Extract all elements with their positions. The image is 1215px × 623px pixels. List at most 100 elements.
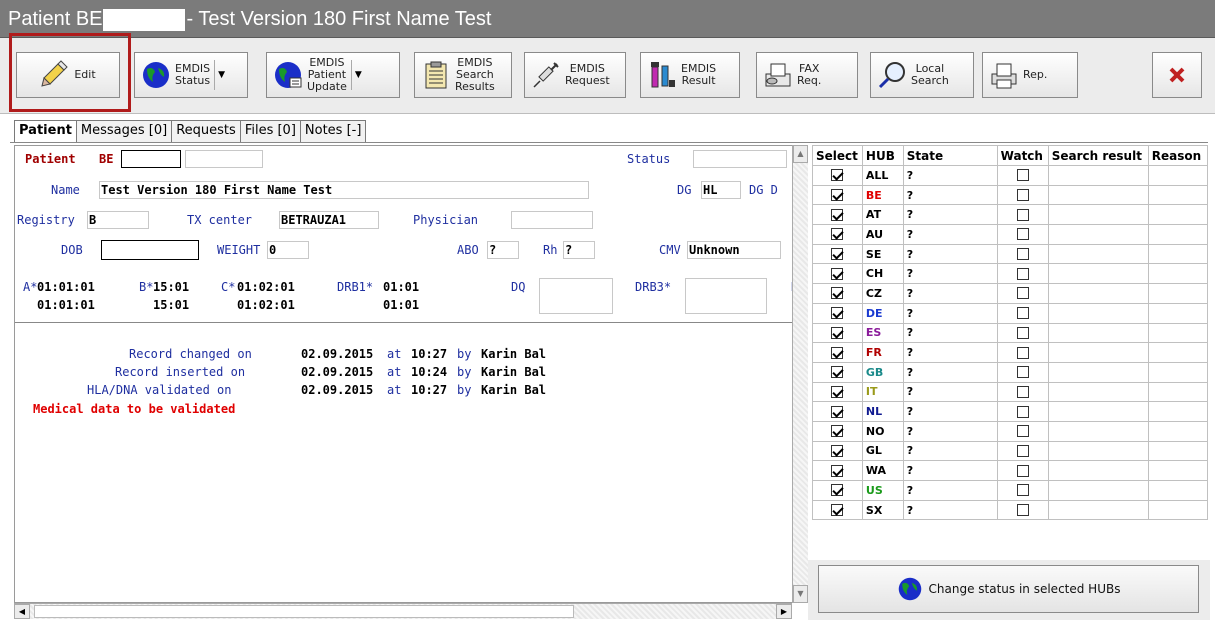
hub-row[interactable]: GB?	[812, 361, 1209, 383]
hub-row[interactable]: ALL?	[812, 165, 1209, 186]
checkbox-empty-icon[interactable]	[1016, 464, 1029, 477]
checkbox-checked-icon[interactable]	[831, 307, 844, 320]
checkbox-checked-icon[interactable]	[831, 346, 844, 359]
local-search-button[interactable]: Local Search	[870, 52, 974, 98]
rh-field[interactable]	[563, 241, 595, 259]
checkbox-checked-icon[interactable]	[831, 366, 844, 379]
select-checkbox-cell[interactable]	[812, 283, 863, 304]
checkbox-checked-icon[interactable]	[831, 169, 844, 182]
watch-checkbox-cell[interactable]	[996, 283, 1049, 304]
watch-checkbox-cell[interactable]	[996, 420, 1049, 442]
watch-checkbox-cell[interactable]	[996, 263, 1049, 285]
status-field[interactable]	[693, 150, 787, 168]
select-checkbox-cell[interactable]	[812, 460, 863, 481]
weight-field[interactable]	[267, 241, 309, 259]
emdis-patient-update-button[interactable]: EMDIS Patient Update ▼	[266, 52, 400, 98]
select-checkbox-cell[interactable]	[812, 381, 863, 403]
checkbox-empty-icon[interactable]	[1016, 366, 1029, 379]
vertical-scrollbar[interactable]: ▲ ▼	[792, 145, 808, 603]
hub-row[interactable]: BE?	[812, 184, 1209, 206]
hub-row[interactable]: AU?	[812, 224, 1209, 245]
emdis-status-button[interactable]: EMDIS Status ▼	[134, 52, 248, 98]
checkbox-checked-icon[interactable]	[831, 405, 844, 418]
tab-messages[interactable]: Messages [0]	[75, 120, 173, 142]
scroll-thumb[interactable]	[34, 605, 574, 618]
select-checkbox-cell[interactable]	[812, 440, 863, 462]
checkbox-empty-icon[interactable]	[1016, 405, 1029, 418]
checkbox-empty-icon[interactable]	[1016, 504, 1029, 517]
close-button[interactable]	[1152, 52, 1202, 98]
select-checkbox-cell[interactable]	[812, 322, 863, 344]
hub-row[interactable]: NO?	[812, 420, 1209, 442]
hub-row[interactable]: CZ?	[812, 283, 1209, 304]
tab-files[interactable]: Files [0]	[239, 120, 301, 142]
watch-checkbox-cell[interactable]	[996, 499, 1049, 521]
checkbox-empty-icon[interactable]	[1016, 326, 1029, 339]
watch-checkbox-cell[interactable]	[996, 243, 1049, 265]
checkbox-checked-icon[interactable]	[831, 189, 844, 202]
col-hub[interactable]: HUB	[861, 145, 904, 166]
tx-center-field[interactable]	[279, 211, 379, 229]
watch-checkbox-cell[interactable]	[996, 460, 1049, 481]
registry-field[interactable]	[87, 211, 149, 229]
hla-drb3-field[interactable]	[685, 278, 767, 314]
checkbox-empty-icon[interactable]	[1016, 248, 1029, 261]
patient-id-extra-field[interactable]	[185, 150, 263, 168]
checkbox-empty-icon[interactable]	[1016, 287, 1029, 300]
hub-row[interactable]: DE?	[812, 302, 1209, 324]
rep-button[interactable]: Rep.	[982, 52, 1078, 98]
hub-row[interactable]: ES?	[812, 322, 1209, 344]
checkbox-empty-icon[interactable]	[1016, 169, 1029, 182]
hub-row[interactable]: FR?	[812, 342, 1209, 363]
abo-field[interactable]	[487, 241, 519, 259]
watch-checkbox-cell[interactable]	[996, 381, 1049, 403]
select-checkbox-cell[interactable]	[812, 499, 863, 521]
watch-checkbox-cell[interactable]	[996, 361, 1049, 383]
checkbox-checked-icon[interactable]	[831, 326, 844, 339]
checkbox-checked-icon[interactable]	[831, 504, 844, 517]
physician-field[interactable]	[511, 211, 593, 229]
watch-checkbox-cell[interactable]	[996, 342, 1049, 363]
checkbox-checked-icon[interactable]	[831, 248, 844, 261]
checkbox-empty-icon[interactable]	[1016, 444, 1029, 457]
emdis-search-results-button[interactable]: EMDIS Search Results	[414, 52, 512, 98]
watch-checkbox-cell[interactable]	[996, 165, 1049, 186]
checkbox-checked-icon[interactable]	[831, 444, 844, 457]
select-checkbox-cell[interactable]	[812, 480, 863, 501]
watch-checkbox-cell[interactable]	[996, 480, 1049, 501]
hla-dq-field[interactable]	[539, 278, 613, 314]
select-checkbox-cell[interactable]	[812, 342, 863, 363]
col-reason[interactable]: Reason	[1147, 145, 1209, 166]
col-select[interactable]: Select	[812, 145, 863, 166]
hub-row[interactable]: CH?	[812, 263, 1209, 285]
watch-checkbox-cell[interactable]	[996, 440, 1049, 462]
patient-id-field[interactable]	[121, 150, 181, 168]
checkbox-checked-icon[interactable]	[831, 425, 844, 438]
scroll-down-arrow-icon[interactable]: ▼	[793, 585, 808, 603]
select-checkbox-cell[interactable]	[812, 165, 863, 186]
hub-row[interactable]: IT?	[812, 381, 1209, 403]
hub-row[interactable]: GL?	[812, 440, 1209, 462]
col-search-result[interactable]: Search result	[1047, 145, 1149, 166]
emdis-result-button[interactable]: EMDIS Result	[640, 52, 740, 98]
checkbox-checked-icon[interactable]	[831, 464, 844, 477]
scroll-left-arrow-icon[interactable]: ◀	[14, 604, 30, 619]
col-state[interactable]: State	[902, 145, 998, 166]
tab-requests[interactable]: Requests	[171, 120, 241, 142]
chevron-down-icon[interactable]: ▼	[350, 60, 365, 90]
watch-checkbox-cell[interactable]	[996, 302, 1049, 324]
select-checkbox-cell[interactable]	[812, 204, 863, 226]
checkbox-empty-icon[interactable]	[1016, 307, 1029, 320]
hub-row[interactable]: AT?	[812, 204, 1209, 226]
select-checkbox-cell[interactable]	[812, 302, 863, 324]
name-field[interactable]	[99, 181, 589, 199]
select-checkbox-cell[interactable]	[812, 361, 863, 383]
checkbox-empty-icon[interactable]	[1016, 346, 1029, 359]
select-checkbox-cell[interactable]	[812, 224, 863, 245]
checkbox-checked-icon[interactable]	[831, 228, 844, 241]
emdis-request-button[interactable]: EMDIS Request	[524, 52, 626, 98]
watch-checkbox-cell[interactable]	[996, 322, 1049, 344]
checkbox-checked-icon[interactable]	[831, 287, 844, 300]
hub-row[interactable]: SE?	[812, 243, 1209, 265]
select-checkbox-cell[interactable]	[812, 263, 863, 285]
